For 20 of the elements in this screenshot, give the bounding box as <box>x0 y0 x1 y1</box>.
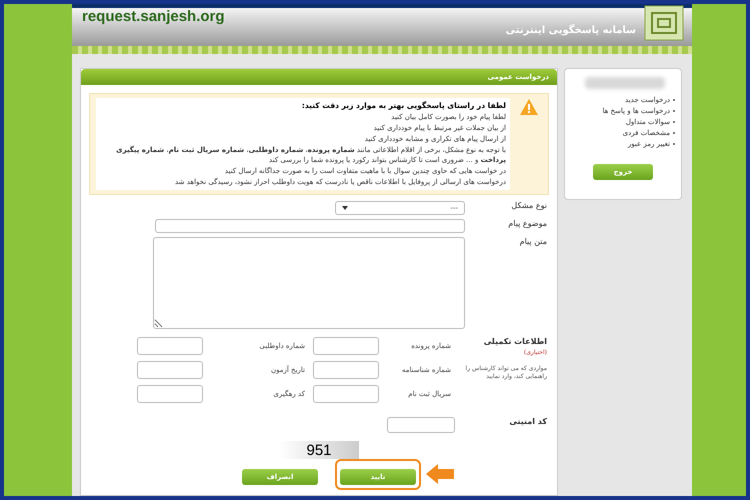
warning-icon <box>519 98 539 116</box>
input-field[interactable] <box>137 361 203 379</box>
input-field[interactable] <box>137 337 203 355</box>
caret-icon <box>342 206 348 210</box>
field-label: متن پیام <box>518 237 547 246</box>
subject-field[interactable] <box>155 219 465 233</box>
field-label: موضوع پیام <box>507 219 547 228</box>
input-field[interactable] <box>137 385 203 403</box>
message-field[interactable] <box>153 237 465 329</box>
field-label: کد امنیتی <box>508 417 547 426</box>
site-address: request.sanjesh.org <box>82 8 225 25</box>
captcha-field[interactable] <box>387 417 455 433</box>
input-field[interactable] <box>313 361 379 379</box>
system-title: سامانه پاسخگویی اینترنتی <box>506 24 636 36</box>
section-title: اطلاعات تکمیلی <box>482 337 547 346</box>
input-field[interactable] <box>313 385 379 403</box>
emblem-logo <box>644 5 684 41</box>
input-field[interactable] <box>313 337 379 355</box>
field-label: نوع مشکل <box>510 201 547 210</box>
pointer-arrow-icon <box>425 463 455 485</box>
